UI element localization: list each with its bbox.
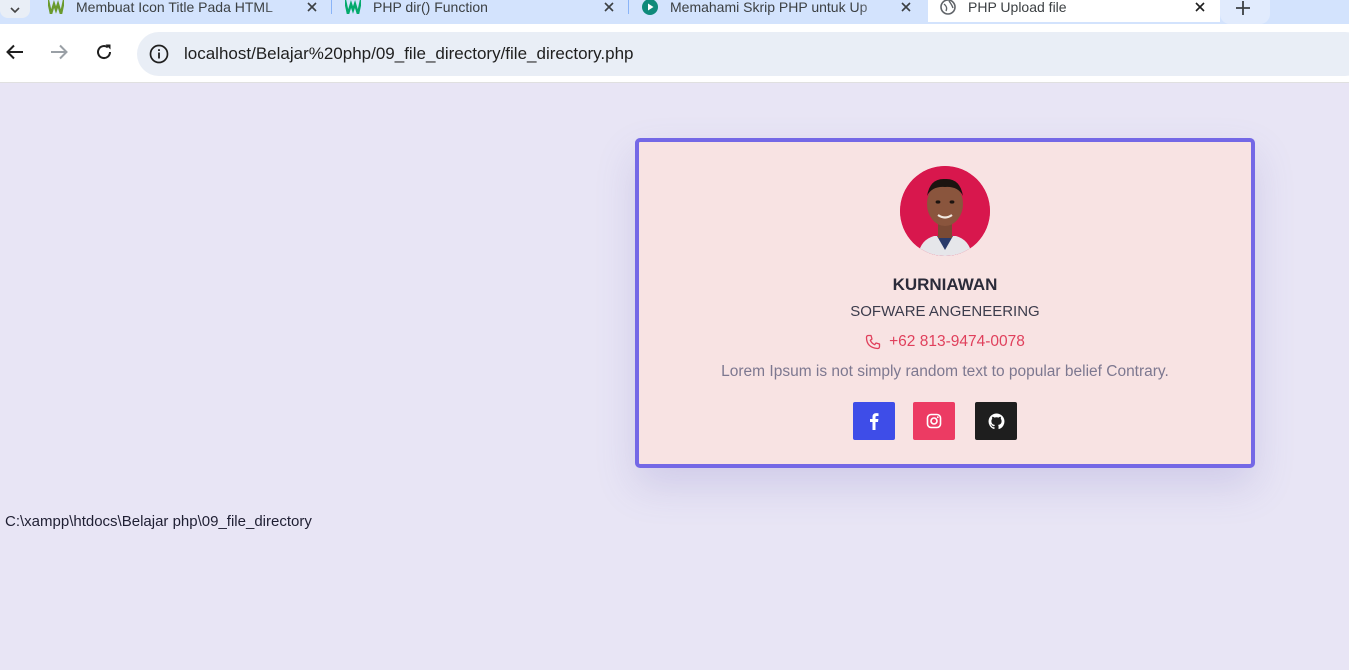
profile-description: Lorem Ipsum is not simply random text to…	[721, 363, 1169, 380]
tab-separator	[331, 0, 332, 14]
reload-button[interactable]	[92, 40, 116, 64]
chevron-down-icon	[10, 7, 20, 14]
globe-icon	[940, 0, 956, 15]
tab-search-button[interactable]	[0, 0, 30, 18]
facebook-icon	[870, 413, 879, 430]
tab-php-upload[interactable]: PHP Upload file	[928, 0, 1220, 22]
avatar	[900, 166, 990, 256]
github-button[interactable]	[975, 402, 1017, 440]
forward-button[interactable]	[47, 40, 71, 64]
close-icon[interactable]	[304, 0, 320, 15]
w3-green-icon	[48, 0, 64, 15]
browser-toolbar: localhost/Belajar%20php/09_file_director…	[0, 24, 1349, 83]
profile-card: KURNIAWAN SOFWARE ANGENEERING +62 813-94…	[635, 138, 1255, 468]
close-icon[interactable]	[601, 0, 617, 15]
directory-path: C:\xampp\htdocs\Belajar php\09_file_dire…	[5, 513, 312, 530]
w3-green-icon	[345, 0, 361, 15]
url-text[interactable]: localhost/Belajar%20php/09_file_director…	[184, 44, 634, 64]
arrow-right-icon	[51, 44, 68, 60]
new-tab-button[interactable]	[1220, 0, 1270, 24]
facebook-button[interactable]	[853, 402, 895, 440]
plus-icon	[1236, 1, 1250, 15]
profile-name: KURNIAWAN	[892, 275, 998, 294]
instagram-button[interactable]	[913, 402, 955, 440]
close-icon[interactable]	[1192, 0, 1208, 15]
tab-title: Memahami Skrip PHP untuk Up	[670, 0, 868, 15]
page-content: KURNIAWAN SOFWARE ANGENEERING +62 813-94…	[0, 83, 1349, 670]
info-icon[interactable]	[149, 44, 169, 64]
tab-title: PHP Upload file	[968, 0, 1067, 15]
address-bar[interactable]: localhost/Belajar%20php/09_file_director…	[137, 32, 1349, 76]
social-links	[853, 402, 1053, 440]
github-icon	[988, 413, 1004, 429]
tab-separator	[628, 0, 629, 14]
tab-title: Membuat Icon Title Pada HTML	[76, 0, 273, 15]
close-icon[interactable]	[898, 0, 914, 15]
tab-memahami-skrip[interactable]: Memahami Skrip PHP untuk Up	[630, 0, 926, 22]
tab-membuat-icon[interactable]: Membuat Icon Title Pada HTML	[36, 0, 332, 22]
profile-role: SOFWARE ANGENEERING	[850, 303, 1040, 320]
back-button[interactable]	[3, 40, 27, 64]
phone-line[interactable]: +62 813-9474-0078	[639, 333, 1251, 351]
instagram-icon	[926, 413, 942, 429]
tab-strip: Membuat Icon Title Pada HTML PHP dir() F…	[0, 0, 1349, 24]
teal-play-icon	[642, 0, 658, 15]
reload-icon	[97, 44, 112, 60]
phone-icon	[865, 334, 881, 350]
tab-title: PHP dir() Function	[373, 0, 488, 15]
arrow-left-icon	[6, 44, 23, 60]
tab-php-dir[interactable]: PHP dir() Function	[333, 0, 629, 22]
phone-number[interactable]: +62 813-9474-0078	[889, 333, 1025, 351]
